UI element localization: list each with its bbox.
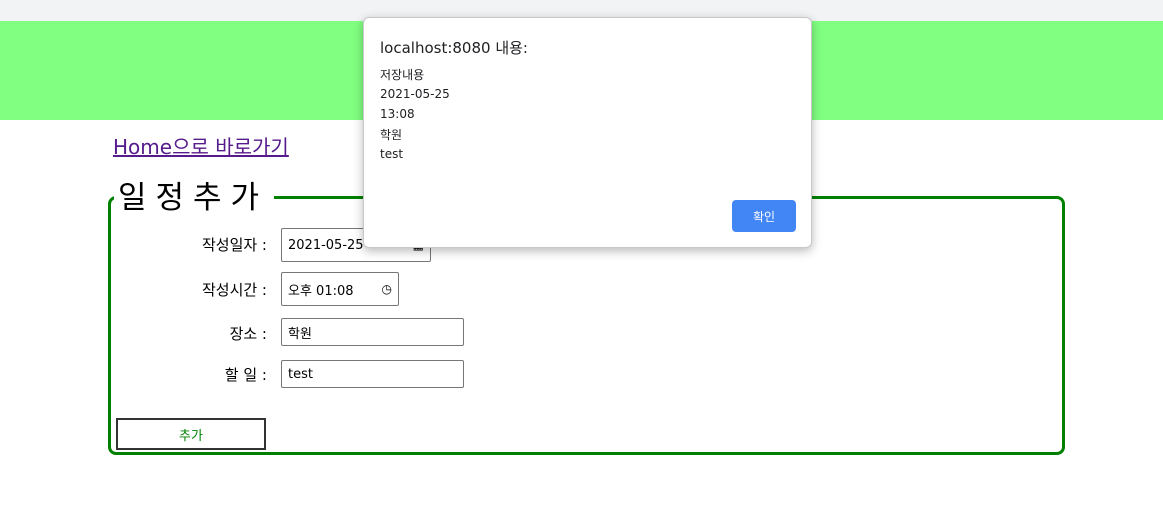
- fieldset-legend: 일정추가: [114, 176, 275, 220]
- place-value: 학원: [288, 326, 312, 342]
- dialog-message-line: 2021-05-25: [380, 87, 450, 101]
- place-label: 장소 :: [229, 325, 267, 343]
- date-value: 2021-05-25: [288, 237, 364, 253]
- time-label: 작성시간 :: [201, 281, 267, 299]
- dialog-message-line: 학원: [380, 128, 403, 142]
- todo-input[interactable]: test: [281, 360, 464, 388]
- todo-value: test: [288, 366, 313, 382]
- dialog-message-line: 13:08: [380, 107, 415, 121]
- place-input[interactable]: 학원: [281, 318, 464, 346]
- time-value: 오후 01:08: [288, 283, 354, 299]
- ok-button[interactable]: 확인: [732, 200, 796, 232]
- date-label: 작성일자 :: [201, 236, 267, 254]
- todo-label: 할 일 :: [224, 366, 267, 384]
- home-link[interactable]: Home으로 바로가기: [113, 131, 289, 160]
- dialog-message-line: 저장내용: [380, 68, 425, 82]
- dialog-title: localhost:8080 내용:: [380, 39, 528, 57]
- add-button[interactable]: 추가: [116, 418, 266, 450]
- clock-icon[interactable]: ◷: [382, 282, 392, 296]
- alert-dialog: localhost:8080 내용: 저장내용 2021-05-25 13:08…: [363, 17, 812, 248]
- time-input[interactable]: 오후 01:08 ◷: [281, 272, 399, 306]
- dialog-message-line: test: [380, 147, 404, 161]
